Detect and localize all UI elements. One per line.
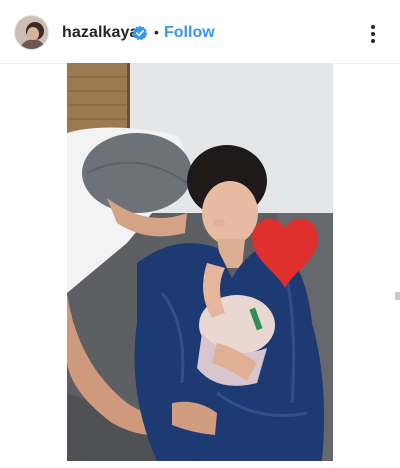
profile-avatar[interactable] (15, 16, 48, 49)
more-options-icon[interactable] (365, 24, 381, 44)
follow-button[interactable]: Follow (164, 24, 215, 42)
verified-badge-icon (132, 25, 148, 41)
post-header: hazalkaya • Follow (0, 0, 400, 64)
scrollbar-thumb[interactable] (395, 292, 400, 300)
username-link[interactable]: hazalkaya (62, 24, 139, 42)
separator-dot: • (154, 24, 159, 40)
post-photo[interactable] (67, 63, 333, 461)
